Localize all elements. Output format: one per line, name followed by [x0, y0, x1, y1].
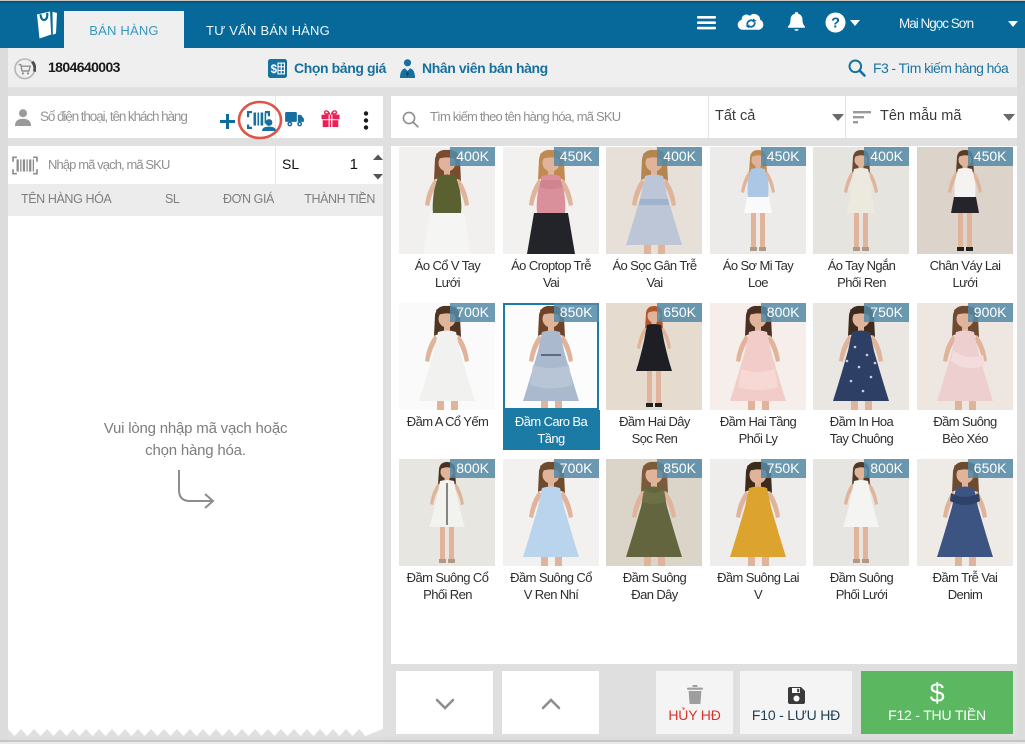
svg-text:$: $ — [271, 63, 278, 75]
svg-text:?: ? — [831, 16, 840, 32]
